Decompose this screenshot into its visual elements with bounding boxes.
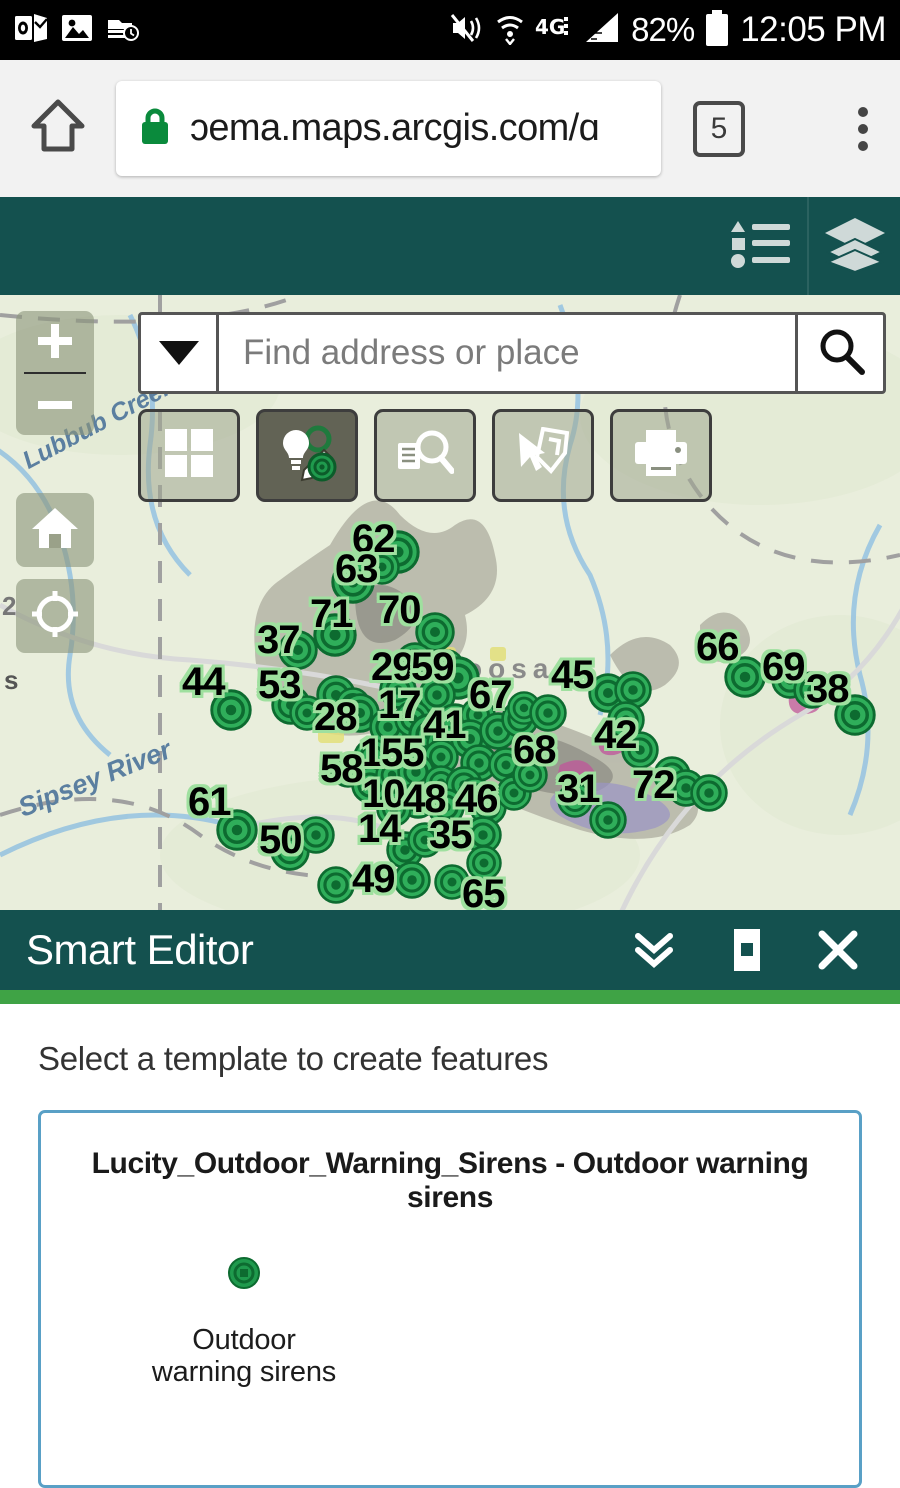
layer-list-button[interactable] [807,197,900,295]
smart-editor-title: Smart Editor [26,926,253,974]
select-arrow-icon [515,427,571,484]
browser-home-button[interactable] [0,95,116,162]
map-marker[interactable] [407,822,443,863]
map-marker[interactable] [529,694,567,737]
smart-editor-panel: Smart Editor Select a template to create… [0,910,900,1469]
chevron-down-icon [159,341,199,365]
battery-icon [703,9,731,52]
template-group-title: Lucity_Outdoor_Warning_Sirens - Outdoor … [61,1147,839,1215]
map-marker[interactable] [210,689,252,736]
template-item-label: Outdoor warning sirens [139,1324,349,1389]
smart-editor-header-actions[interactable] [630,927,874,973]
tab-count-button[interactable]: 5 [693,101,745,157]
template-picker-box[interactable]: Lucity_Outdoor_Warning_Sirens - Outdoor … [38,1110,862,1488]
template-item-outdoor-warning-sirens[interactable]: Outdoor warning sirens [139,1255,349,1389]
gallery-icon [61,13,93,48]
home-icon [27,95,89,162]
outlook-icon [14,13,48,48]
map-marker[interactable] [834,694,876,741]
smart-editor-accent-bar [0,990,900,1004]
close-icon [816,928,860,972]
status-bar-system-icons: 4G 82% 12:05 PM [449,9,886,52]
smart-editor-body: Select a template to create features Luc… [0,1004,900,1488]
wifi-icon [494,11,526,50]
url-text: ɔema.maps.arcgis.com/ɑ [190,107,599,150]
locate-me-icon [30,589,80,644]
minus-icon [34,384,76,426]
home-extent-button[interactable] [16,493,94,567]
lightbulb-pencil-icon [276,422,338,489]
maximize-button[interactable] [726,927,768,973]
browser-toolbar: ɔema.maps.arcgis.com/ɑ 5 [0,60,900,197]
map-marker[interactable] [557,782,593,823]
select-button[interactable] [492,409,594,502]
search-submit-button[interactable] [795,315,883,391]
kebab-menu-icon [858,107,868,117]
query-button[interactable] [374,409,476,502]
zoom-out-button[interactable] [16,374,94,435]
svg-text:4G: 4G [535,15,565,39]
double-chevron-down-icon [630,930,678,970]
zoom-controls[interactable] [16,311,94,435]
map-marker[interactable] [724,656,766,703]
map-marker[interactable] [512,757,548,798]
siren-point-symbol-icon [226,1255,262,1296]
signal-bars-icon [584,11,622,50]
tab-count-label: 5 [711,112,728,146]
mute-vibrate-icon [449,11,485,50]
map-marker[interactable] [393,861,431,904]
print-button[interactable] [610,409,712,502]
smart-editor-button[interactable] [256,409,358,502]
locate-button[interactable] [16,579,94,653]
search-input[interactable] [219,315,795,391]
template-prompt: Select a template to create features [38,1040,862,1078]
browser-menu-button[interactable] [858,107,868,151]
map-marker[interactable] [317,866,355,909]
collapse-button[interactable] [630,930,678,970]
url-bar[interactable]: ɔema.maps.arcgis.com/ɑ [116,81,661,176]
map-marker[interactable] [690,774,728,817]
query-magnifier-icon [396,427,454,484]
map-marker[interactable] [466,845,502,886]
close-button[interactable] [816,928,860,972]
map-marker[interactable] [313,613,357,662]
search-icon [816,326,866,381]
network-4g-icon: 4G [535,12,575,49]
zoom-in-button[interactable] [16,311,94,372]
lock-icon [138,105,172,152]
map-marker[interactable] [364,549,400,590]
map-view[interactable]: Lubbub Creek Sipsey River s 2 oosa 62637… [0,295,900,910]
address-search-widget[interactable] [138,312,886,394]
document-clock-icon [106,13,140,48]
grid-squares-icon [163,427,215,484]
maximize-icon [726,927,768,973]
printer-icon [633,428,689,483]
status-bar-notification-icons [14,13,140,48]
map-marker[interactable] [216,809,258,856]
map-marker[interactable] [793,671,831,714]
smart-editor-header: Smart Editor [0,910,900,990]
map-marker[interactable] [434,864,470,905]
home-extent-icon [30,505,80,556]
legend-button[interactable] [714,197,807,295]
layer-list-icon [822,216,888,277]
legend-icon [730,219,792,274]
plus-icon [34,320,76,362]
map-marker[interactable] [297,816,335,859]
map-marker[interactable] [278,630,318,675]
map-tool-buttons[interactable] [138,409,712,502]
android-status-bar: 4G 82% 12:05 PM [0,0,900,60]
battery-percent-label: 82% [631,11,694,49]
clock-label: 12:05 PM [740,10,886,50]
app-header-bar [0,197,900,295]
basemap-gallery-button[interactable] [138,409,240,502]
map-marker[interactable] [589,801,627,844]
search-source-dropdown[interactable] [141,315,219,391]
